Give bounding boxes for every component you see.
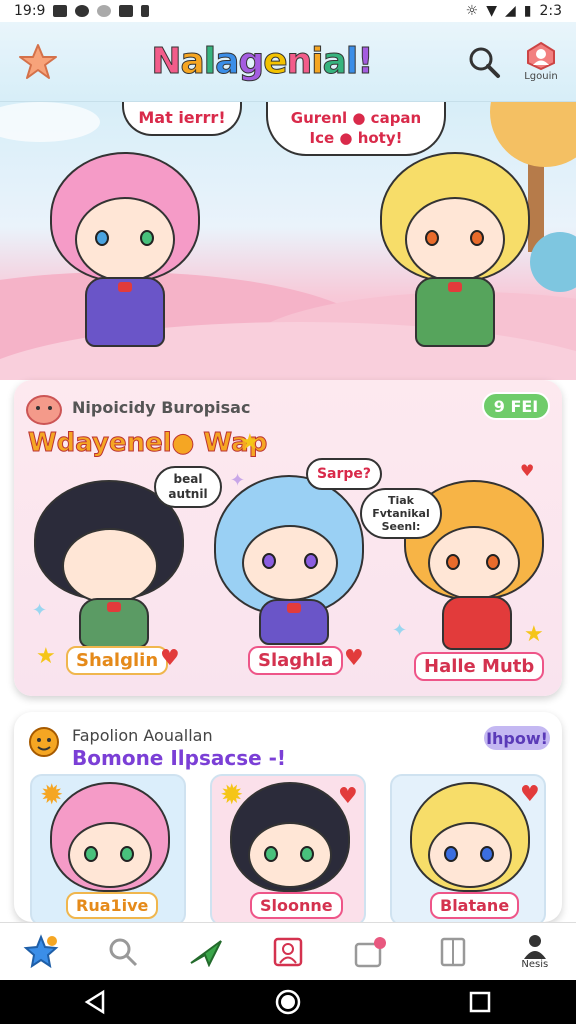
user-icon bbox=[523, 935, 546, 959]
sparkle-icon: ✦ bbox=[230, 470, 246, 491]
speech-c-1: Tiak bbox=[387, 494, 414, 507]
speech-a-2: autnil bbox=[168, 487, 208, 501]
signal-icon: ◢ bbox=[504, 3, 516, 19]
card-title: Bomone Ilpsacse -! bbox=[72, 746, 287, 770]
collection-card[interactable]: Fapolion Aouallan Bomone Ilpsacse -! Ihp… bbox=[14, 712, 562, 922]
title-letter: N bbox=[151, 41, 182, 83]
star-icon[interactable] bbox=[18, 42, 58, 82]
speech-text-left: Mat ierrr! bbox=[138, 108, 226, 127]
title-letter: a bbox=[322, 41, 347, 83]
character-name-1[interactable]: Shalglin bbox=[66, 646, 169, 675]
app-header: Nalagenial! Lgouin bbox=[0, 22, 576, 102]
hero-banner: Mat ierrr! Gurenl ● capan Ice ● hoty! bbox=[0, 102, 576, 380]
nav-account-label: Nesis bbox=[521, 959, 549, 970]
nav-messages[interactable] bbox=[346, 928, 394, 976]
thumb-name-3[interactable]: Blatane bbox=[430, 892, 520, 919]
title-letter: i bbox=[311, 41, 324, 83]
featured-card[interactable]: Nipoicidy Buropisac 9 FEI Wdayenel● Wap … bbox=[14, 380, 562, 696]
title-letter: l bbox=[203, 41, 216, 83]
title-letter: l bbox=[345, 41, 358, 83]
clock-left: 19:9 bbox=[14, 3, 46, 19]
recents-icon[interactable] bbox=[467, 989, 493, 1015]
book-icon bbox=[440, 937, 465, 966]
character-blue-hair bbox=[214, 475, 374, 645]
speech-bubble-left: Mat ierrr! bbox=[122, 102, 242, 136]
speech-a-1: beal bbox=[173, 472, 203, 486]
speech-bubble-a: beal autnil bbox=[154, 466, 222, 508]
login-label: Lgouin bbox=[524, 71, 558, 82]
wifi-icon: ▼ bbox=[486, 3, 497, 19]
speech-c-3: Seenl: bbox=[381, 520, 421, 533]
mail-icon bbox=[119, 5, 134, 17]
character-name-2[interactable]: Slaghla bbox=[248, 646, 344, 675]
speech-text-right-1: Gurenl ● capan bbox=[290, 109, 422, 127]
title-letter: g bbox=[238, 41, 265, 83]
character-blonde-hair bbox=[370, 142, 540, 362]
thumb-name-1[interactable]: Rua1ive bbox=[66, 892, 159, 919]
character-thumb-1[interactable]: ✹ Rua1ive bbox=[30, 774, 186, 922]
sync-icon bbox=[75, 5, 90, 17]
character-thumb-2[interactable]: ✹ ♥ Sloonne bbox=[210, 774, 366, 922]
title-letter: ! bbox=[357, 41, 374, 83]
notification-icon bbox=[53, 5, 68, 17]
home-star-icon bbox=[23, 933, 59, 968]
badge-show[interactable]: Ihpow! bbox=[482, 724, 552, 752]
thumb-name-2[interactable]: Sloonne bbox=[250, 892, 343, 919]
section-label: Nipoicidy Buropisac bbox=[72, 398, 251, 417]
nav-home[interactable] bbox=[17, 928, 65, 976]
heart-icon[interactable]: ♥ bbox=[160, 648, 180, 670]
app-title: Nalagenial! bbox=[151, 41, 374, 83]
title-letter: a bbox=[215, 41, 240, 83]
sun-deco-icon: ✹ bbox=[40, 778, 64, 811]
speech-bubble-c: Tiak Fvtanikal Seenl: bbox=[360, 488, 442, 539]
heart-icon[interactable]: ♥ bbox=[520, 784, 540, 806]
heart-icon[interactable]: ♥ bbox=[344, 648, 364, 670]
home-icon[interactable] bbox=[274, 988, 302, 1016]
system-navigation bbox=[0, 980, 576, 1024]
blob-mascot-icon bbox=[26, 395, 62, 425]
id-card-icon bbox=[273, 937, 303, 966]
star-deco-icon: ★ bbox=[240, 430, 260, 455]
sun-deco-icon: ✹ bbox=[220, 778, 244, 811]
clock-right: 2:3 bbox=[539, 3, 562, 19]
search-icon bbox=[109, 938, 138, 966]
badge-new[interactable]: 9 FEI bbox=[482, 392, 550, 420]
paper-plane-icon bbox=[190, 939, 222, 967]
nav-search[interactable] bbox=[99, 928, 147, 976]
star-deco-icon: ★ bbox=[36, 644, 56, 669]
section-label: Fapolion Aouallan bbox=[72, 726, 213, 745]
alarm-icon: ☼ bbox=[465, 3, 479, 19]
nav-send[interactable] bbox=[182, 928, 230, 976]
character-pink-hair bbox=[40, 142, 210, 362]
card-title: Wdayenel● Wap bbox=[27, 428, 268, 459]
title-letter: a bbox=[180, 41, 205, 83]
chat-badge-icon bbox=[355, 936, 387, 967]
sun-mascot-icon bbox=[29, 727, 59, 757]
nav-profile-card[interactable] bbox=[264, 928, 312, 976]
sparkle-icon: ✦ bbox=[392, 620, 408, 641]
title-letter: e bbox=[263, 41, 288, 83]
user-badge-icon bbox=[526, 41, 555, 71]
status-bar: 19:9 ☼ ▼ ◢ ▮ 2:3 bbox=[0, 0, 576, 22]
nav-book[interactable] bbox=[429, 928, 477, 976]
back-icon[interactable] bbox=[83, 989, 109, 1015]
character-name-3[interactable]: Halle Mutb bbox=[414, 652, 545, 681]
speech-c-2: Fvtanikal bbox=[372, 507, 430, 520]
battery-icon: ▮ bbox=[523, 3, 532, 19]
heart-icon[interactable]: ♥ bbox=[338, 786, 358, 808]
login-button[interactable]: Lgouin bbox=[524, 41, 558, 82]
battery-small-icon bbox=[141, 5, 150, 17]
app-icon bbox=[97, 5, 112, 17]
speech-bubble-b: Sarpe? bbox=[306, 458, 382, 490]
star-deco-icon: ★ bbox=[524, 622, 544, 647]
character-thumb-3[interactable]: ♥ Blatane bbox=[390, 774, 546, 922]
search-icon[interactable] bbox=[466, 44, 502, 80]
heart-icon: ♥ bbox=[520, 461, 535, 480]
sparkle-icon: ✦ bbox=[32, 600, 48, 621]
title-letter: n bbox=[286, 41, 313, 83]
nav-account[interactable]: Nesis bbox=[511, 928, 559, 976]
bottom-navigation: Nesis bbox=[0, 922, 576, 980]
